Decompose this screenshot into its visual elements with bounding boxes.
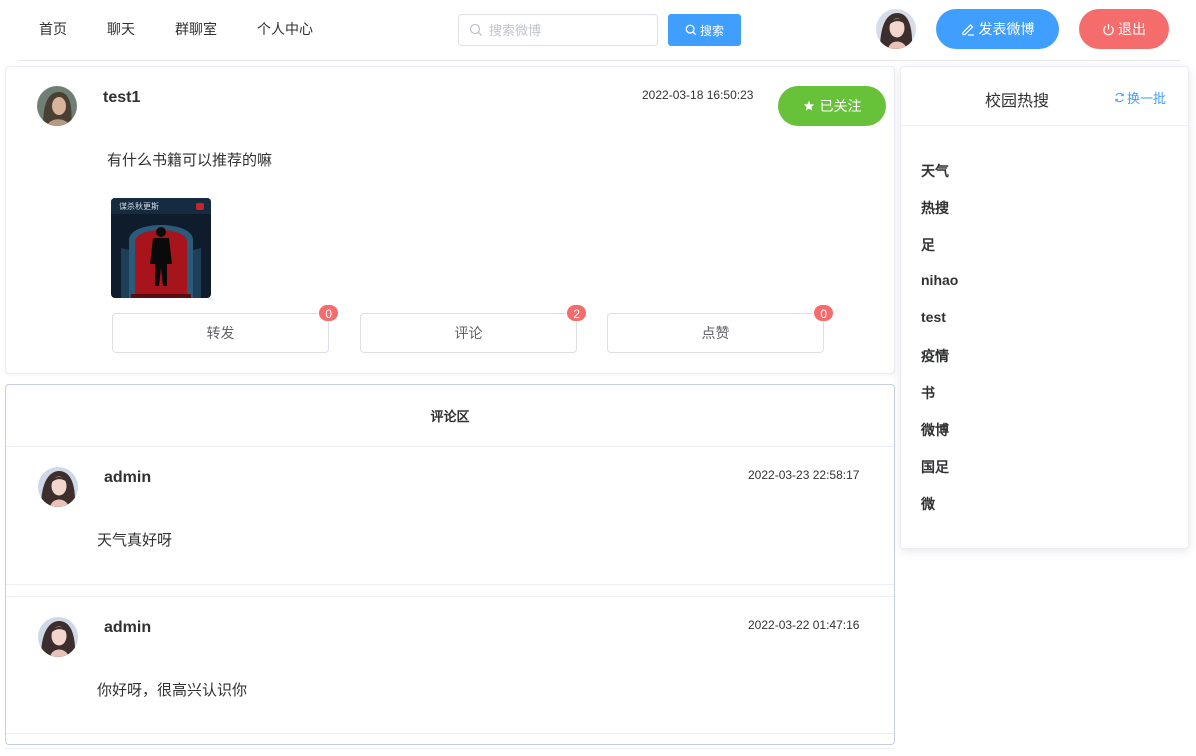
comment-text: 你好呀，很高兴认识你 <box>97 682 248 699</box>
refresh-label: 换一批 <box>1127 91 1167 106</box>
search-box[interactable] <box>458 14 658 46</box>
post-card: test1 2022-03-18 16:50:23 已关注 有什么书籍可以推荐的… <box>5 66 895 374</box>
follow-button-label: 已关注 <box>819 98 862 114</box>
page-divider <box>5 748 895 749</box>
logout-button[interactable]: 退出 <box>1079 9 1169 49</box>
power-icon <box>1103 23 1114 35</box>
post-avatar[interactable] <box>37 86 77 126</box>
hot-search-list: 天气 热搜 足 nihao test 疫情 书 微博 国足 微 <box>921 161 958 531</box>
search-icon <box>685 24 697 36</box>
nav-item-chat[interactable]: 聊天 <box>107 19 135 39</box>
search-icon <box>469 23 482 36</box>
hot-search-item[interactable]: 天气 <box>921 161 958 198</box>
post-username[interactable]: test1 <box>103 89 140 107</box>
nav-item-home[interactable]: 首页 <box>39 19 67 39</box>
hot-search-item[interactable]: 足 <box>921 235 958 272</box>
hot-search-item[interactable]: 微 <box>921 494 958 531</box>
repost-count-badge: 0 <box>318 304 339 322</box>
post-weibo-button[interactable]: 发表微博 <box>936 9 1059 49</box>
comment-time: 2022-03-22 01:47:16 <box>748 618 860 632</box>
comment-text: 天气真好呀 <box>97 532 173 549</box>
edit-icon <box>961 24 974 36</box>
book-title-text: 谋杀秋更斯 <box>119 201 159 211</box>
post-image[interactable]: 谋杀秋更斯 <box>111 198 211 298</box>
hot-search-panel: 校园热搜 换一批 天气 热搜 足 nihao test 疫情 书 微博 国足 微 <box>900 66 1189 549</box>
refresh-button[interactable]: 换一批 <box>1114 88 1166 107</box>
nav-item-profile[interactable]: 个人中心 <box>257 19 313 39</box>
comment-avatar[interactable] <box>38 467 78 507</box>
like-count-badge: 0 <box>813 304 834 322</box>
star-icon <box>803 100 814 111</box>
like-button[interactable]: 点赞 0 <box>607 304 834 353</box>
comment-item: admin 2022-03-23 22:58:17 天气真好呀 <box>6 447 894 585</box>
comment-section: 评论区 admin 2022-03-23 22:58:17 天气真好呀 admi… <box>5 384 895 745</box>
search-button[interactable]: 搜索 <box>668 14 741 46</box>
top-nav: 首页 聊天 群聊室 个人中心 搜索 发表微博 <box>0 0 1196 61</box>
nav-item-group-chat[interactable]: 群聊室 <box>175 19 217 39</box>
repost-button[interactable]: 转发 0 <box>112 304 339 353</box>
post-weibo-label: 发表微博 <box>978 21 1035 37</box>
comment-time: 2022-03-23 22:58:17 <box>748 468 860 482</box>
comment-username[interactable]: admin <box>104 619 151 637</box>
hot-search-item[interactable]: 微博 <box>921 420 958 457</box>
search-button-label: 搜索 <box>699 23 724 38</box>
comment-username[interactable]: admin <box>104 469 151 487</box>
hot-search-item[interactable]: 国足 <box>921 457 958 494</box>
post-text: 有什么书籍可以推荐的嘛 <box>107 152 273 169</box>
hot-search-item[interactable]: nihao <box>921 272 958 309</box>
hot-search-header: 校园热搜 换一批 <box>901 67 1188 126</box>
search-input[interactable] <box>489 20 649 40</box>
refresh-icon <box>1115 92 1124 103</box>
hot-search-title: 校园热搜 <box>985 93 1050 110</box>
hot-search-item[interactable]: 疫情 <box>921 346 958 383</box>
comment-button[interactable]: 评论 2 <box>360 304 587 353</box>
like-label: 点赞 <box>701 325 730 341</box>
post-time: 2022-03-18 16:50:23 <box>642 88 754 102</box>
comment-avatar[interactable] <box>38 617 78 657</box>
hot-search-item[interactable]: 书 <box>921 383 958 420</box>
repost-label: 转发 <box>206 325 235 341</box>
logout-label: 退出 <box>1118 21 1146 37</box>
comment-item: admin 2022-03-22 01:47:16 你好呀，很高兴认识你 <box>6 596 894 734</box>
nav-divider <box>18 60 1180 61</box>
comment-label: 评论 <box>454 325 483 341</box>
hot-search-item[interactable]: 热搜 <box>921 198 958 235</box>
user-avatar[interactable] <box>876 9 916 49</box>
comment-section-title: 评论区 <box>6 385 894 447</box>
follow-button[interactable]: 已关注 <box>778 86 886 126</box>
comment-count-badge: 2 <box>566 304 587 322</box>
hot-search-item[interactable]: test <box>921 309 958 346</box>
